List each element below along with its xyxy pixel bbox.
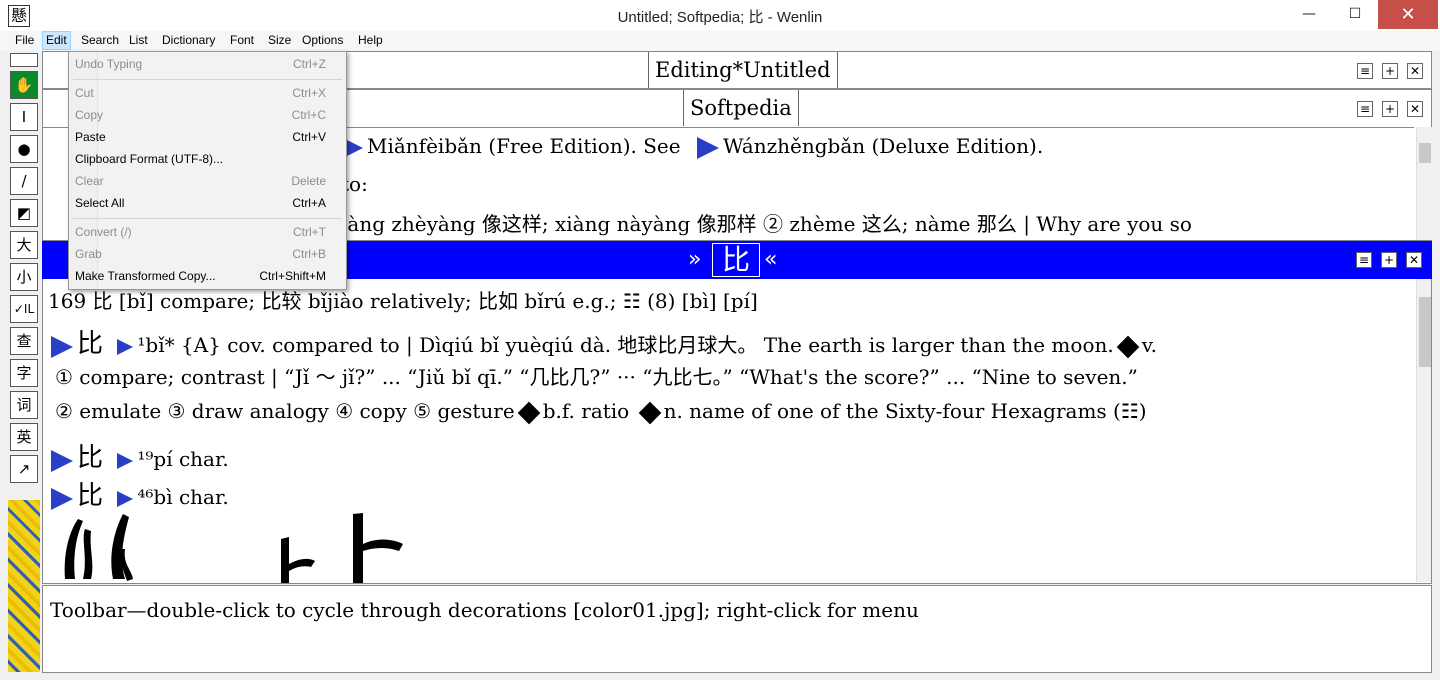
menu-bar: File Edit Search List Dictionary Font Si… [0,31,1440,51]
softpedia-line-1: Miǎnfèibǎn (Free Edition). See Wánzhěngb… [341,134,1043,159]
close-button[interactable]: ✕ [1378,0,1438,29]
noun-text: n. name of one of the Sixty-four Hexagra… [663,399,1147,423]
entry-text: ¹bǐ* {A} cov. compared to | Dìqiú bǐ yuè… [137,333,1114,357]
dictionary-window: 169 比 [bǐ] compare; 比较 bǐjiào relatively… [42,279,1432,584]
menu-item-make-transformed-copy[interactable]: Make Transformed Copy... Ctrl+Shift+M [75,269,326,287]
next-arrows-icon[interactable]: « [764,247,777,272]
circle-tool-icon[interactable]: ● [10,135,38,163]
lookup-button[interactable]: 查 [10,327,38,355]
entry-text: ⁴⁶bì char. [137,485,229,509]
menu-item-paste[interactable]: Paste Ctrl+V [75,130,326,148]
dict-line-bi3: 比 ¹bǐ* {A} cov. compared to | Dìqiú bǐ y… [51,323,1157,360]
toolbar-decoration[interactable] [8,500,40,672]
diamond-icon [638,401,661,424]
menu-item-convert[interactable]: Convert (/) Ctrl+T [75,225,326,243]
word-button[interactable]: 词 [10,391,38,419]
menu-size[interactable]: Size [268,33,291,47]
menu-edit[interactable]: Edit [42,31,71,50]
link-triangle-icon[interactable] [51,487,73,510]
free-edition-link[interactable]: Miǎnfèibǎn (Free Edition). See [367,134,681,158]
softpedia-scrollbar[interactable] [1416,127,1433,240]
softpedia-maximize-icon[interactable]: + [1382,101,1398,117]
menu-item-grab[interactable]: Grab Ctrl+B [75,247,326,265]
text-cursor-tool-icon[interactable]: I [10,103,38,131]
softpedia-line-3: iàng zhèyàng 像这样; xiàng nàyàng 像那样 ② zhè… [341,212,1192,236]
editing-close-icon[interactable]: ✕ [1407,63,1423,79]
dict-menu-icon[interactable]: ≡ [1356,252,1372,268]
check-list-button[interactable]: ✓IL [10,295,38,323]
link-triangle-icon[interactable] [117,338,134,355]
link-triangle-icon[interactable] [51,335,73,358]
toolbar-blank-button[interactable] [10,53,38,67]
editing-menu-icon[interactable]: ≡ [1357,63,1373,79]
menu-options[interactable]: Options [302,33,343,47]
menu-font[interactable]: Font [230,33,254,47]
dict-line-senses: ② emulate ③ draw analogy ④ copy ⑤ gestur… [55,399,1147,424]
edit-menu-dropdown: Undo Typing Ctrl+Z Cut Ctrl+X Copy Ctrl+C P… [68,51,347,290]
prev-arrows-icon[interactable]: » [688,247,701,272]
senses-text: ② emulate ③ draw analogy ④ copy ⑤ gestur… [55,399,515,423]
bf-text: b.f. ratio [542,399,630,423]
entry-char[interactable]: 比 [77,329,103,359]
dict-line-bi4: 比 ⁴⁶bì char. [51,475,229,512]
entry-char[interactable]: 比 [77,481,103,511]
editing-maximize-icon[interactable]: + [1382,63,1398,79]
dict-maximize-icon[interactable]: + [1381,252,1397,268]
menu-item-undo-typing[interactable]: Undo Typing Ctrl+Z [75,57,326,75]
menu-item-clipboard-format[interactable]: Clipboard Format (UTF-8)... [75,152,326,170]
scroll-thumb[interactable] [1419,143,1431,163]
menu-dictionary[interactable]: Dictionary [162,33,215,47]
status-message: Toolbar—double-click to cycle through de… [50,598,919,622]
diamond-icon [517,401,541,424]
menu-list[interactable]: List [129,33,148,47]
softpedia-window-title: Softpedia [683,90,799,126]
large-font-button[interactable]: 大 [10,231,38,259]
status-window: Toolbar—double-click to cycle through de… [42,585,1432,673]
eraser-tool-icon[interactable]: ◩ [10,199,38,227]
softpedia-close-icon[interactable]: ✕ [1407,101,1423,117]
entry-text: ¹⁹pí char. [137,447,229,471]
link-triangle-icon[interactable] [696,136,719,159]
deluxe-edition-link[interactable]: Wánzhěngbǎn (Deluxe Edition). [723,134,1043,158]
link-triangle-icon[interactable] [117,490,134,507]
dictionary-scrollbar[interactable] [1416,279,1431,582]
menu-help[interactable]: Help [358,33,383,47]
menu-item-clear[interactable]: Clear Delete [75,174,326,192]
hand-tool-icon[interactable]: ✋ [10,71,38,99]
menu-file[interactable]: File [15,33,34,47]
entry-character[interactable]: 比 [712,243,760,277]
dict-line-compare: ① compare; contrast | “Jǐ ～ jǐ?” ... “Ji… [55,365,1138,389]
window-title: Untitled; Softpedia; 比 - Wenlin [617,9,823,26]
editing-window-title: Editing*Untitled [648,52,838,88]
minimize-button[interactable]: — [1286,0,1332,29]
diamond-icon [1116,335,1140,358]
title-bar: 懸 Untitled; Softpedia; 比 - Wenlin — ☐ ✕ [0,0,1440,32]
dict-close-icon[interactable]: ✕ [1406,252,1422,268]
character-button[interactable]: 字 [10,359,38,387]
dict-line-pi: 比 ¹⁹pí char. [51,437,229,474]
ancient-script-image [64,513,403,583]
arrow-tool-icon[interactable]: ↗ [10,455,38,483]
maximize-button[interactable]: ☐ [1332,0,1378,29]
entry-tail: v. [1141,333,1158,357]
menu-item-select-all[interactable]: Select All Ctrl+A [75,196,326,214]
menu-item-copy[interactable]: Copy Ctrl+C [75,108,326,126]
link-triangle-icon[interactable] [51,449,73,472]
entry-char[interactable]: 比 [77,443,103,473]
menu-item-cut[interactable]: Cut Ctrl+X [75,86,326,104]
small-font-button[interactable]: 小 [10,263,38,291]
link-triangle-icon[interactable] [117,452,134,469]
menu-search[interactable]: Search [81,33,119,47]
scroll-thumb[interactable] [1419,297,1431,367]
english-button[interactable]: 英 [10,423,38,451]
brush-tool-icon[interactable]: / [10,167,38,195]
softpedia-menu-icon[interactable]: ≡ [1357,101,1373,117]
